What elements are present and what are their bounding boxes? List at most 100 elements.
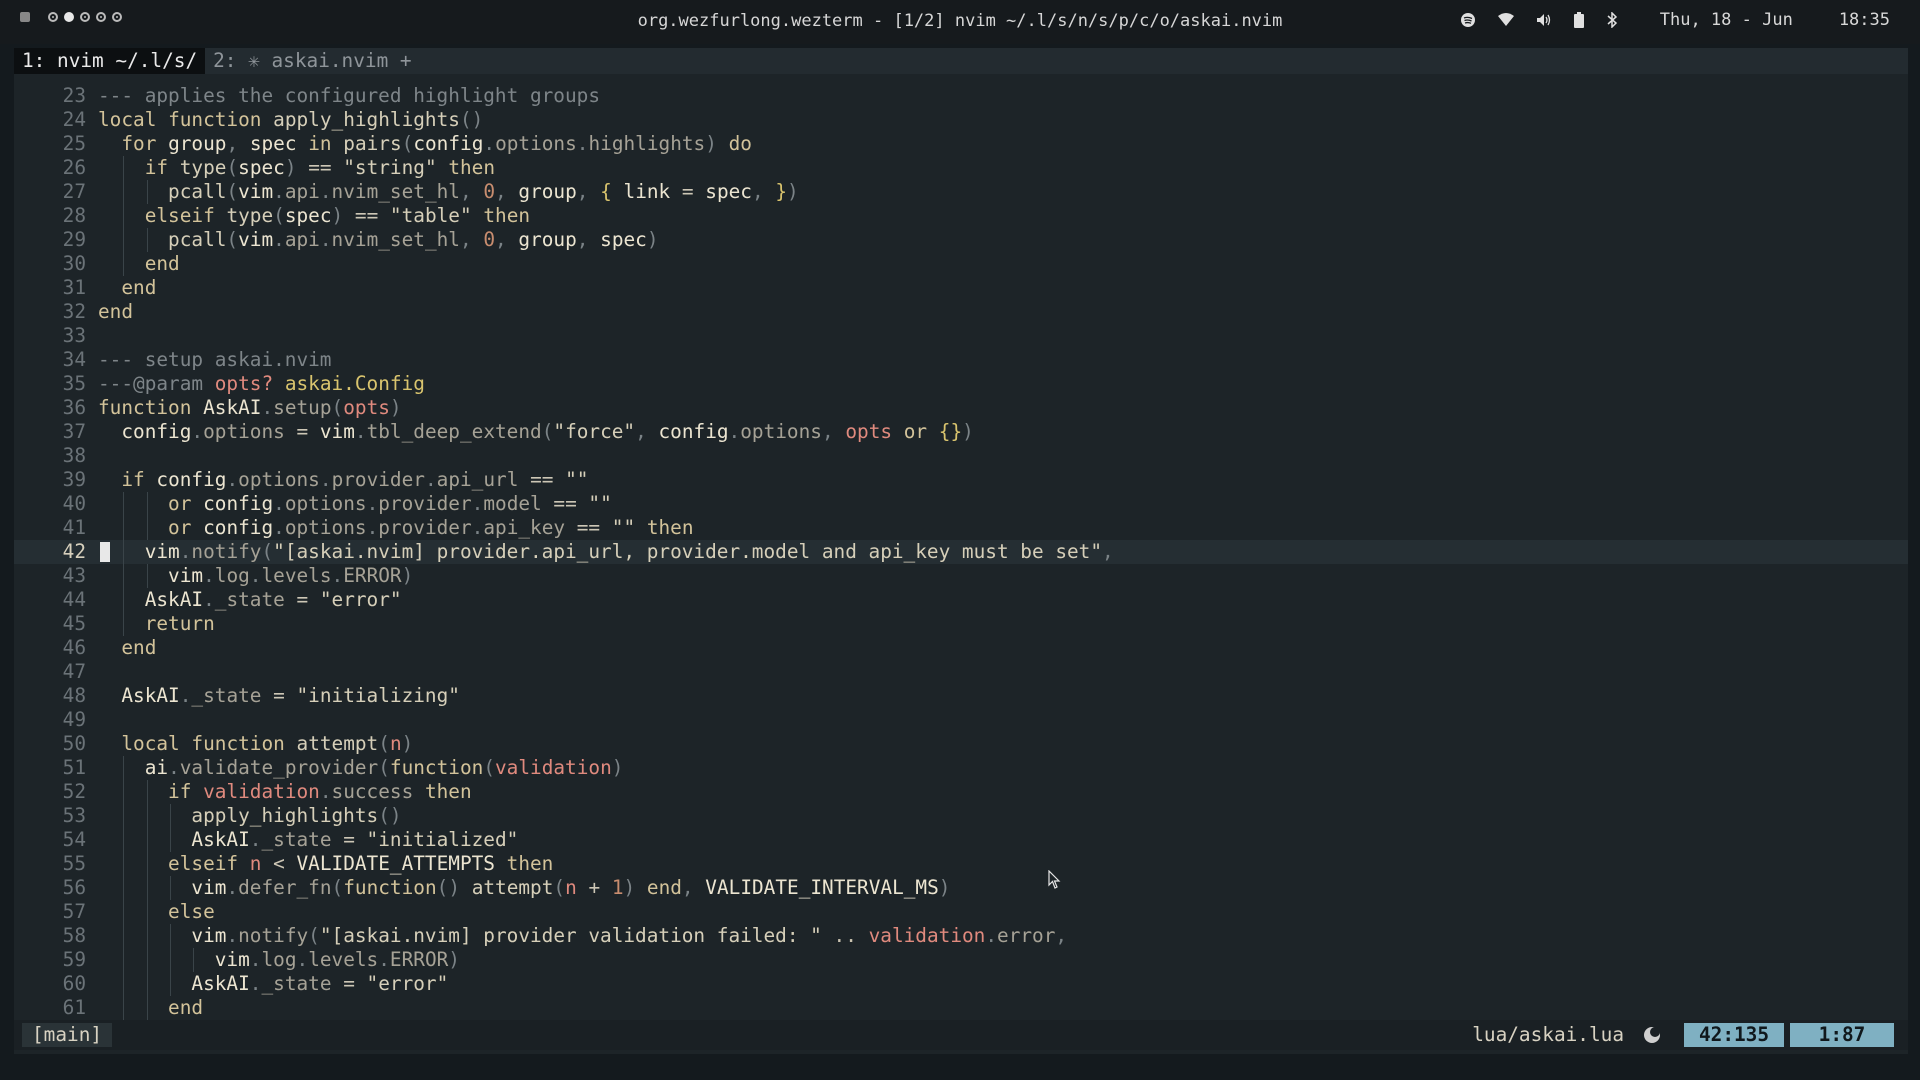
code-text[interactable]: pcall(vim.api.nvim_set_hl, 0, group, spe… bbox=[86, 228, 659, 252]
code-line[interactable]: 58 vim.notify("[askai.nvim] provider val… bbox=[14, 924, 1908, 948]
indent-guide bbox=[146, 564, 148, 588]
indent-guide bbox=[170, 924, 172, 948]
line-number: 36 bbox=[62, 396, 86, 419]
code-line[interactable]: 45 return bbox=[14, 612, 1908, 636]
code-line[interactable]: 54 AskAI._state = "initialized" bbox=[14, 828, 1908, 852]
code-text[interactable]: if config.options.provider.api_url == "" bbox=[86, 468, 588, 492]
code-line[interactable]: 32 end bbox=[14, 300, 1908, 324]
code-text[interactable]: config.options = vim.tbl_deep_extend("fo… bbox=[86, 420, 973, 444]
code-text[interactable]: ai.validate_provider(function(validation… bbox=[86, 756, 624, 780]
code-text[interactable]: elseif type(spec) == "table" then bbox=[86, 204, 530, 228]
tab-1[interactable]: 1: nvim ~/.l/s/ bbox=[14, 48, 206, 74]
code-line[interactable]: 33 bbox=[14, 324, 1908, 348]
code-line[interactable]: 38 bbox=[14, 444, 1908, 468]
line-number: 57 bbox=[62, 900, 86, 923]
code-line[interactable]: 25 for group, spec in pairs(config.optio… bbox=[14, 132, 1908, 156]
code-line[interactable]: 55 elseif n < VALIDATE_ATTEMPTS then bbox=[14, 852, 1908, 876]
code-line[interactable]: 61 end bbox=[14, 996, 1908, 1020]
code-line[interactable]: 53 apply_highlights() bbox=[14, 804, 1908, 828]
code-line[interactable]: 56 vim.defer_fn(function() attempt(n + 1… bbox=[14, 876, 1908, 900]
mouse-pointer-icon bbox=[1048, 869, 1062, 894]
indent-guide bbox=[123, 852, 125, 876]
date-label[interactable]: Thu, 18 - Jun bbox=[1660, 10, 1793, 30]
code-text[interactable]: AskAI._state = "error" bbox=[86, 588, 402, 612]
clock-label[interactable]: 18:35 bbox=[1839, 10, 1890, 30]
volume-icon[interactable] bbox=[1536, 13, 1552, 27]
code-text[interactable]: end bbox=[86, 252, 180, 276]
code-line[interactable]: 57 else bbox=[14, 900, 1908, 924]
code-text[interactable]: --- applies the configured highlight gro… bbox=[86, 84, 600, 108]
code-text[interactable]: AskAI._state = "error" bbox=[86, 972, 448, 996]
code-line[interactable]: 27 pcall(vim.api.nvim_set_hl, 0, group, … bbox=[14, 180, 1908, 204]
code-text[interactable]: end bbox=[86, 636, 156, 660]
code-line[interactable]: 30 end bbox=[14, 252, 1908, 276]
code-line[interactable]: 28 elseif type(spec) == "table" then bbox=[14, 204, 1908, 228]
status-line: [main] lua/askai.lua 42:135 1:87 bbox=[14, 1020, 1908, 1050]
code-editor[interactable]: 23 --- applies the configured highlight g… bbox=[14, 84, 1908, 1020]
code-text[interactable]: vim.notify("[askai.nvim] provider.api_ur… bbox=[86, 540, 1114, 564]
code-line[interactable]: 59 vim.log.levels.ERROR) bbox=[14, 948, 1908, 972]
code-text[interactable]: end bbox=[86, 300, 133, 324]
code-line[interactable]: 42 vim.notify("[askai.nvim] provider.api… bbox=[14, 540, 1908, 564]
indent-guide bbox=[146, 876, 148, 900]
bluetooth-icon[interactable] bbox=[1606, 12, 1618, 28]
code-text[interactable]: or config.options.provider.model == "" bbox=[86, 492, 612, 516]
code-line[interactable]: 24 local function apply_highlights() bbox=[14, 108, 1908, 132]
code-line[interactable]: 37 config.options = vim.tbl_deep_extend(… bbox=[14, 420, 1908, 444]
code-line[interactable]: 44 AskAI._state = "error" bbox=[14, 588, 1908, 612]
code-line[interactable]: 49 bbox=[14, 708, 1908, 732]
code-line[interactable]: 29 pcall(vim.api.nvim_set_hl, 0, group, … bbox=[14, 228, 1908, 252]
code-text[interactable]: end bbox=[86, 276, 156, 300]
code-text[interactable]: AskAI._state = "initializing" bbox=[86, 684, 460, 708]
spotify-icon[interactable] bbox=[1460, 12, 1476, 28]
line-number: 53 bbox=[62, 804, 86, 827]
code-line[interactable]: 52 if validation.success then bbox=[14, 780, 1908, 804]
code-text[interactable]: vim.log.levels.ERROR) bbox=[86, 564, 413, 588]
code-line[interactable]: 35 ---@param opts? askai.Config bbox=[14, 372, 1908, 396]
code-text[interactable]: if validation.success then bbox=[86, 780, 472, 804]
tab-2[interactable]: 2: ✳ askai.nvim + bbox=[205, 48, 419, 74]
code-line[interactable]: 43 vim.log.levels.ERROR) bbox=[14, 564, 1908, 588]
code-text[interactable]: apply_highlights() bbox=[86, 804, 401, 828]
indent-guide bbox=[146, 972, 148, 996]
terminal-window[interactable]: 1: nvim ~/.l/s/2: ✳ askai.nvim + 23 --- a… bbox=[14, 48, 1908, 1054]
code-line[interactable]: 46 end bbox=[14, 636, 1908, 660]
code-text[interactable]: elseif n < VALIDATE_ATTEMPTS then bbox=[86, 852, 553, 876]
line-number: 38 bbox=[62, 444, 86, 467]
battery-icon[interactable] bbox=[1573, 12, 1584, 28]
code-text[interactable]: for group, spec in pairs(config.options.… bbox=[86, 132, 752, 156]
indent-guide bbox=[170, 828, 172, 852]
code-text[interactable]: vim.log.levels.ERROR) bbox=[86, 948, 460, 972]
code-text[interactable]: or config.options.provider.api_key == ""… bbox=[86, 516, 693, 540]
code-line[interactable]: 26 if type(spec) == "string" then bbox=[14, 156, 1908, 180]
line-number: 54 bbox=[62, 828, 86, 851]
code-text[interactable]: pcall(vim.api.nvim_set_hl, 0, group, { l… bbox=[86, 180, 799, 204]
line-number: 30 bbox=[62, 252, 86, 275]
code-text[interactable]: vim.defer_fn(function() attempt(n + 1) e… bbox=[86, 876, 950, 900]
code-line[interactable]: 50 local function attempt(n) bbox=[14, 732, 1908, 756]
code-line[interactable]: 34 --- setup askai.nvim bbox=[14, 348, 1908, 372]
code-text[interactable]: end bbox=[86, 996, 203, 1020]
wifi-icon[interactable] bbox=[1497, 13, 1514, 27]
code-line[interactable]: 40 or config.options.provider.model == "… bbox=[14, 492, 1908, 516]
code-line[interactable]: 31 end bbox=[14, 276, 1908, 300]
code-line[interactable]: 39 if config.options.provider.api_url ==… bbox=[14, 468, 1908, 492]
code-text[interactable]: if type(spec) == "string" then bbox=[86, 156, 495, 180]
code-line[interactable]: 41 or config.options.provider.api_key ==… bbox=[14, 516, 1908, 540]
code-text[interactable]: function AskAI.setup(opts) bbox=[86, 396, 402, 420]
code-line[interactable]: 60 AskAI._state = "error" bbox=[14, 972, 1908, 996]
code-text[interactable]: --- setup askai.nvim bbox=[86, 348, 331, 372]
indent-guide bbox=[123, 756, 125, 780]
code-line[interactable]: 47 bbox=[14, 660, 1908, 684]
code-text[interactable]: local function attempt(n) bbox=[86, 732, 413, 756]
code-text[interactable]: return bbox=[86, 612, 215, 636]
code-text[interactable]: ---@param opts? askai.Config bbox=[86, 372, 425, 396]
code-line[interactable]: 36 function AskAI.setup(opts) bbox=[14, 396, 1908, 420]
code-text[interactable]: local function apply_highlights() bbox=[86, 108, 483, 132]
code-text[interactable]: else bbox=[86, 900, 215, 924]
code-line[interactable]: 51 ai.validate_provider(function(validat… bbox=[14, 756, 1908, 780]
code-text[interactable]: vim.notify("[askai.nvim] provider valida… bbox=[86, 924, 1067, 948]
code-text[interactable]: AskAI._state = "initialized" bbox=[86, 828, 518, 852]
code-line[interactable]: 23 --- applies the configured highlight g… bbox=[14, 84, 1908, 108]
code-line[interactable]: 48 AskAI._state = "initializing" bbox=[14, 684, 1908, 708]
